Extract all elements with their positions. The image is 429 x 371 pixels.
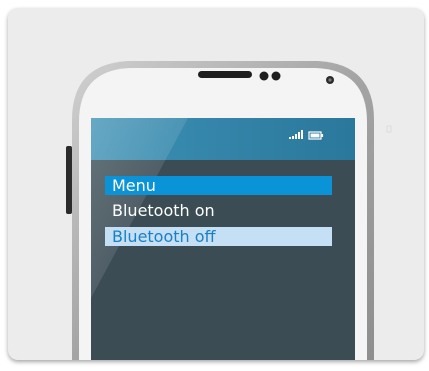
side-button	[66, 146, 72, 214]
menu-item-bluetooth-off[interactable]: Bluetooth off	[105, 227, 332, 246]
menu-item-bluetooth-on[interactable]: Bluetooth on	[105, 201, 332, 220]
device-card: Menu Bluetooth on Bluetooth off	[8, 8, 424, 360]
speaker-grille	[198, 71, 252, 78]
sensor-dot	[259, 71, 269, 81]
sensor-dot	[271, 71, 281, 81]
menu-header: Menu	[105, 176, 332, 195]
stage: Menu Bluetooth on Bluetooth off	[0, 0, 429, 371]
